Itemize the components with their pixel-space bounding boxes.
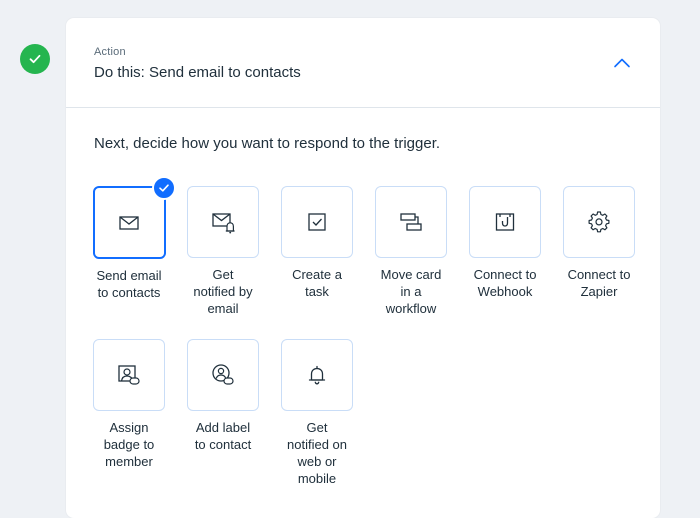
- check-icon: [158, 184, 169, 192]
- email-notification-icon: [212, 213, 235, 234]
- option-get-notified-by-email[interactable]: Get notified by email: [176, 186, 270, 317]
- option-tile[interactable]: [93, 339, 165, 411]
- option-send-email-to-contacts[interactable]: Send email to contacts: [82, 176, 176, 301]
- option-connect-to-webhook[interactable]: Connect to Webhook: [458, 186, 552, 300]
- option-tile[interactable]: [563, 186, 635, 258]
- action-panel: Action Do this: Send email to contacts N…: [66, 18, 660, 518]
- option-label: Assign badge to member: [103, 420, 155, 469]
- contact-label-icon: [212, 364, 234, 385]
- option-add-label-to-contact[interactable]: Add label to contact: [176, 339, 270, 453]
- option-label: Connect to Webhook: [473, 267, 537, 299]
- option-tile[interactable]: [375, 186, 447, 258]
- option-create-a-task[interactable]: Create a task: [270, 186, 364, 300]
- option-label: Get notified by email: [193, 267, 253, 316]
- action-prompt: Next, decide how you want to respond to …: [94, 135, 441, 152]
- action-caption: Action: [94, 46, 126, 58]
- workflow-cards-icon: [400, 213, 422, 231]
- option-move-card-in-a-workflow[interactable]: Move card in a workflow: [364, 186, 458, 317]
- option-label: Create a task: [292, 267, 342, 299]
- option-label: Add label to contact: [194, 420, 252, 452]
- option-tile[interactable]: [187, 186, 259, 258]
- option-tile[interactable]: [92, 176, 176, 259]
- option-tile[interactable]: [281, 186, 353, 258]
- gear-icon: [588, 211, 610, 233]
- badge-icon: [118, 365, 140, 385]
- chevron-up-icon: [614, 58, 630, 68]
- bell-icon: [308, 365, 326, 385]
- option-tile[interactable]: [281, 339, 353, 411]
- action-panel-header[interactable]: Action Do this: Send email to contacts: [66, 18, 660, 108]
- option-label: Send email to contacts: [96, 268, 162, 300]
- option-tile[interactable]: [469, 186, 541, 258]
- collapse-button[interactable]: [610, 51, 634, 75]
- step-complete-badge: [20, 44, 50, 74]
- webhook-icon: [495, 213, 515, 231]
- option-assign-badge-to-member[interactable]: Assign badge to member: [82, 339, 176, 470]
- option-label: Connect to Zapier: [567, 267, 631, 299]
- option-connect-to-zapier[interactable]: Connect to Zapier: [552, 186, 646, 300]
- check-circle-icon: [29, 54, 41, 64]
- action-title: Do this: Send email to contacts: [94, 64, 301, 81]
- selected-check-badge: [151, 176, 176, 200]
- option-tile[interactable]: [187, 339, 259, 411]
- envelope-icon: [119, 215, 139, 230]
- checkbox-icon: [308, 213, 326, 231]
- option-label: Get notified on web or mobile: [287, 420, 347, 486]
- option-label: Move card in a workflow: [380, 267, 442, 316]
- option-get-notified-on-web-or-mobile[interactable]: Get notified on web or mobile: [270, 339, 364, 487]
